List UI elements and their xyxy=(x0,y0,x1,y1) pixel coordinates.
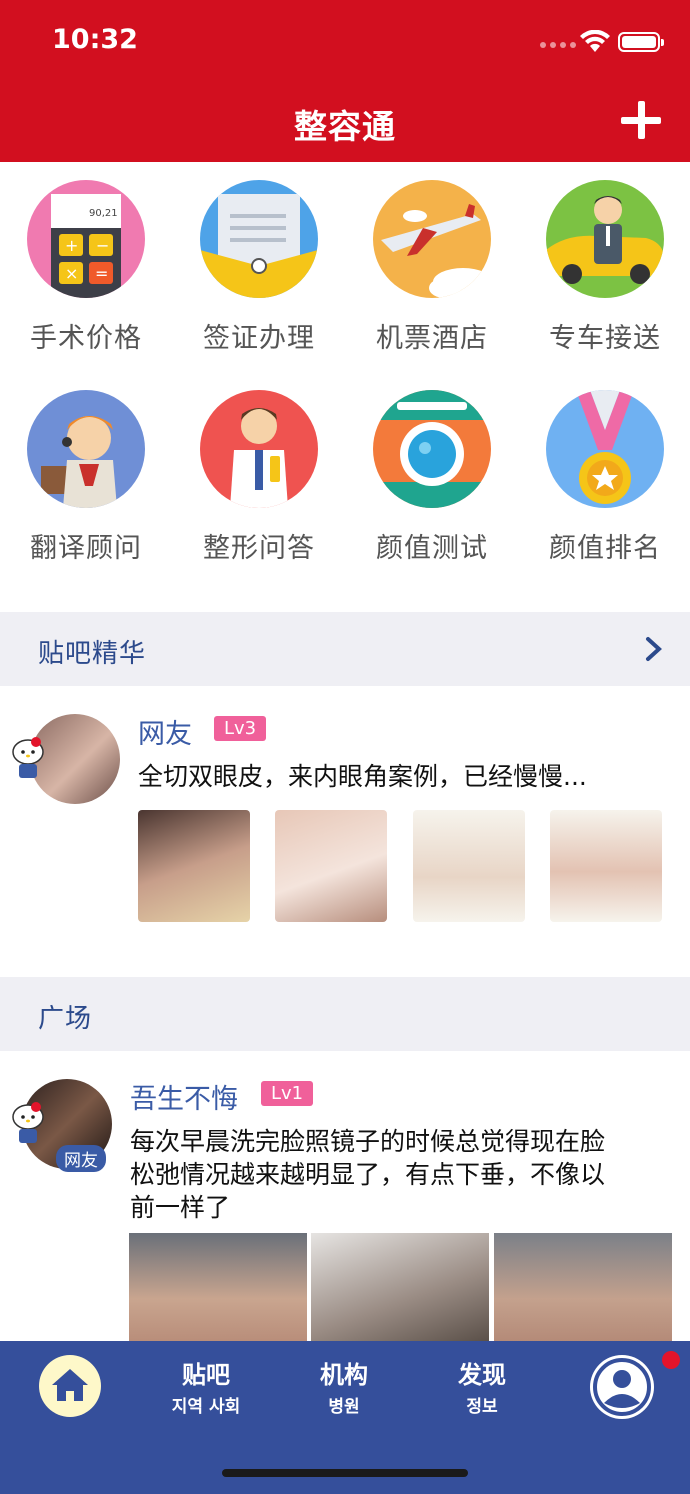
tab-label: 发现 xyxy=(458,1361,506,1389)
grid-item-label: 专车接送 xyxy=(549,323,661,354)
grid-item-surgery-price[interactable]: 90,21 + − × = 手术价格 xyxy=(0,162,172,362)
grid-item-translator[interactable]: 翻译顾问 xyxy=(0,372,172,572)
medal-icon xyxy=(546,390,664,508)
grid-item-label: 签证办理 xyxy=(203,323,315,354)
add-button[interactable] xyxy=(618,98,664,144)
airplane-icon xyxy=(373,180,491,298)
tab-bar: 贴吧 지역 사회 机构 병원 发现 정보 xyxy=(0,1341,690,1494)
post-text-line: 松弛情况越来越明显了，有点下垂，不像以 xyxy=(130,1160,606,1189)
grid-item-label: 颜值排名 xyxy=(549,533,661,564)
hello-kitty-icon xyxy=(12,737,44,778)
square-post[interactable]: 网友 吾生不悔 Lv1 每次早晨洗完脸照镜子的时候总觉得现在脸 松弛情况越来越明… xyxy=(0,1051,690,1341)
post-photo[interactable] xyxy=(494,1233,672,1341)
svg-text:×: × xyxy=(65,264,78,283)
post-text: 全切双眼皮，来内眼角案例，已经慢慢... xyxy=(138,762,587,791)
svg-text:−: − xyxy=(96,236,109,255)
post-text-line: 前一样了 xyxy=(130,1193,231,1222)
grid-item-visa[interactable]: 签证办理 xyxy=(173,162,345,362)
post-text: 每次早晨洗完脸照镜子的时候总觉得现在脸 松弛情况越来越明显了，有点下垂，不像以 … xyxy=(130,1125,670,1224)
level-badge: Lv1 xyxy=(261,1081,314,1106)
battery-icon xyxy=(618,32,664,52)
grid-item-plastic-qa[interactable]: 整形问答 xyxy=(173,372,345,572)
tab-sublabel: 지역 사회 xyxy=(171,1397,241,1417)
envelope-icon xyxy=(200,180,318,298)
tab-forum[interactable]: 贴吧 지역 사회 xyxy=(146,1355,266,1417)
headset-agent-icon xyxy=(27,390,145,508)
grid-item-label: 颜值测试 xyxy=(376,533,488,564)
grid-item-face-test[interactable]: 颜值测试 xyxy=(346,372,518,572)
tab-institutions[interactable]: 机构 병원 xyxy=(284,1355,404,1417)
tab-label: 机构 xyxy=(320,1361,368,1389)
notification-dot xyxy=(662,1351,680,1369)
grid-item-car-service[interactable]: 专车接送 xyxy=(519,162,690,362)
calculator-icon: 90,21 + − × = xyxy=(27,180,145,298)
grid-item-label: 整形问答 xyxy=(203,533,315,564)
post-thumbnail[interactable] xyxy=(275,810,387,922)
home-icon xyxy=(52,1369,88,1401)
level-badge: Lv3 xyxy=(214,716,267,741)
svg-text:90,21: 90,21 xyxy=(89,208,118,219)
page-title: 整容通 xyxy=(294,107,396,146)
status-bar: 10:32 xyxy=(0,0,690,80)
post-photo[interactable] xyxy=(129,1233,307,1341)
tab-label: 贴吧 xyxy=(182,1361,230,1389)
post-text-line: 每次早晨洗完脸照镜子的时候总觉得现在脸 xyxy=(130,1127,606,1156)
tab-home[interactable] xyxy=(39,1355,101,1417)
section-title: 广场 xyxy=(38,1004,93,1034)
tab-sublabel: 정보 xyxy=(466,1397,498,1417)
grid-item-label: 手术价格 xyxy=(30,323,142,354)
avatar-tag: 网友 xyxy=(56,1145,106,1172)
tab-profile[interactable] xyxy=(590,1355,654,1419)
username[interactable]: 吾生不悔 xyxy=(130,1077,238,1116)
car-icon xyxy=(546,180,664,298)
square-section-header[interactable]: 广场 xyxy=(0,977,690,1051)
section-title: 贴吧精华 xyxy=(38,639,147,669)
grid-item-label: 机票酒店 xyxy=(376,323,488,354)
featured-section-header[interactable]: 贴吧精华 xyxy=(0,612,690,686)
featured-post[interactable]: 网友 Lv3 全切双眼皮，来内眼角案例，已经慢慢... xyxy=(0,686,690,976)
grid-item-flight-hotel[interactable]: 机票酒店 xyxy=(346,162,518,362)
grid-item-face-rank[interactable]: 颜值排名 xyxy=(519,372,690,572)
nav-bar: 整容通 xyxy=(0,80,690,162)
post-thumbnail[interactable] xyxy=(550,810,662,922)
home-indicator xyxy=(222,1469,468,1477)
svg-text:+: + xyxy=(65,236,78,255)
post-thumbnail[interactable] xyxy=(413,810,525,922)
post-photo[interactable] xyxy=(311,1233,489,1341)
wifi-icon xyxy=(580,30,610,52)
camera-icon xyxy=(373,390,491,508)
tab-discover[interactable]: 发现 정보 xyxy=(422,1355,542,1417)
grid-item-label: 翻译顾问 xyxy=(30,533,142,564)
post-thumbnail[interactable] xyxy=(138,810,250,922)
username[interactable]: 网友 xyxy=(138,712,192,751)
svg-text:=: = xyxy=(95,264,108,283)
status-time: 10:32 xyxy=(52,24,138,55)
user-icon xyxy=(593,1358,651,1416)
tab-sublabel: 병원 xyxy=(328,1397,360,1417)
doctor-icon xyxy=(200,390,318,508)
service-grid: 90,21 + − × = 手术价格 签证办理 机票酒店 专车接送 翻译顾问 整… xyxy=(0,162,690,612)
hello-kitty-icon xyxy=(12,1102,44,1143)
chevron-right-icon[interactable] xyxy=(644,636,664,662)
signal-icon xyxy=(540,42,576,48)
